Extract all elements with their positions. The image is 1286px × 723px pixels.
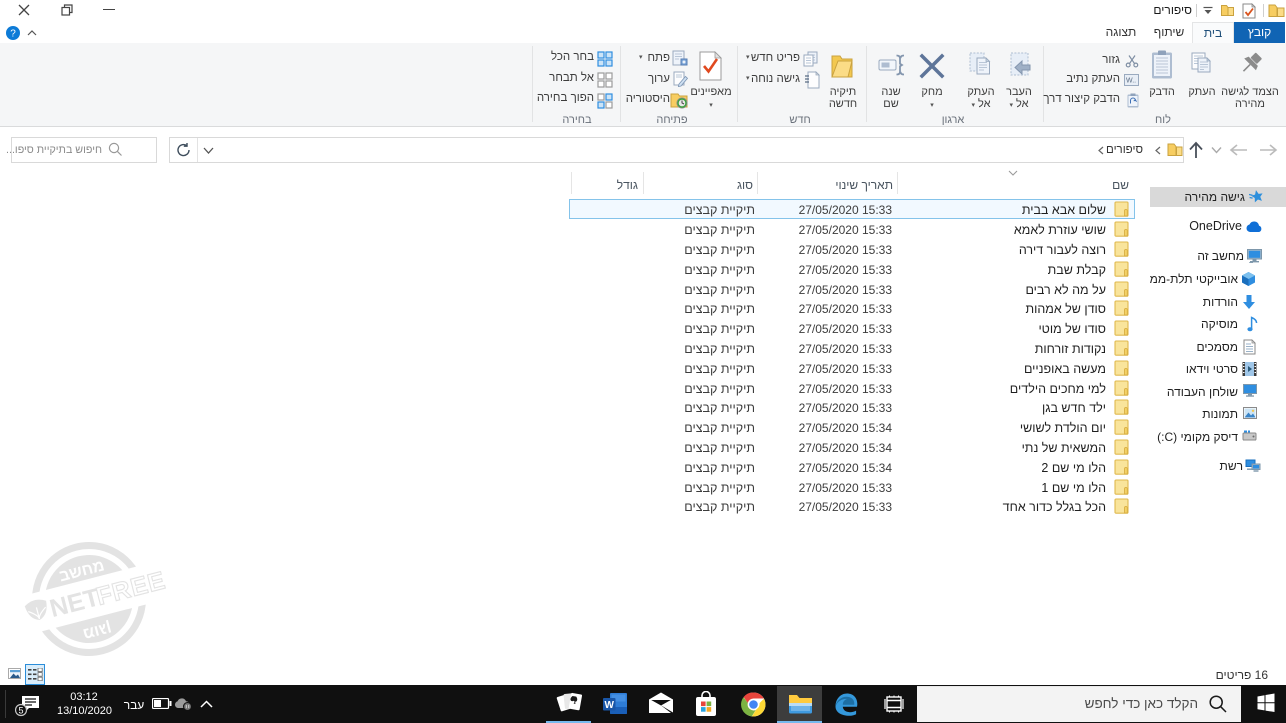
svg-text:5: 5 — [18, 706, 23, 716]
svg-text:W..: W.. — [1126, 78, 1136, 85]
svg-text:W: W — [604, 700, 614, 711]
svg-text:?: ? — [10, 29, 16, 40]
